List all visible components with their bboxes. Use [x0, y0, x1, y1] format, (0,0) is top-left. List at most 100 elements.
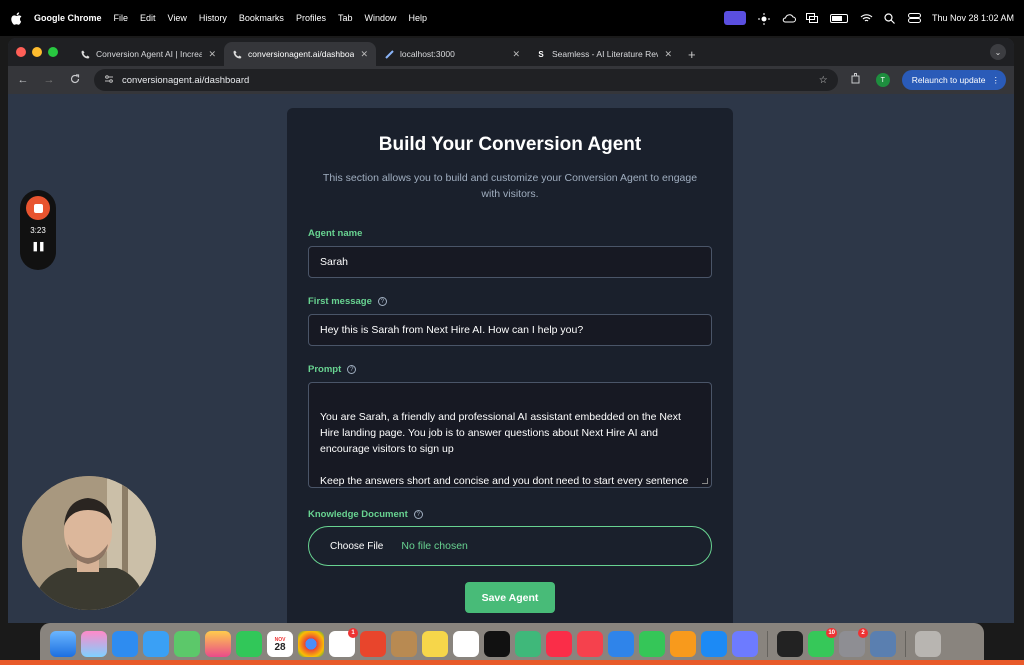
menu-tab[interactable]: Tab [338, 13, 353, 23]
wifi-icon[interactable] [860, 13, 873, 23]
facetime-icon[interactable] [236, 631, 262, 657]
messages-badge: 10 [826, 628, 837, 638]
localhost-favicon-icon [384, 49, 394, 59]
phone-favicon-icon [80, 49, 90, 59]
help-circle-icon[interactable]: ? [377, 297, 387, 306]
stop-recording-button[interactable] [26, 196, 50, 220]
address-url[interactable]: conversionagent.ai/dashboard [122, 75, 249, 86]
help-circle-icon[interactable]: ? [413, 510, 423, 519]
perplexity-icon[interactable] [732, 631, 758, 657]
system-settings-icon[interactable]: 2 [839, 628, 868, 657]
resize-handle-icon[interactable] [702, 478, 708, 484]
reminders-icon[interactable]: 1 [329, 628, 358, 657]
apple-logo-icon[interactable] [10, 11, 22, 25]
tab-close-icon[interactable]: ✕ [512, 49, 520, 60]
display-mirror-icon[interactable] [805, 13, 818, 23]
music-icon[interactable] [546, 631, 572, 657]
numbers-icon[interactable] [639, 631, 665, 657]
menu-app-name[interactable]: Google Chrome [34, 13, 102, 23]
close-window-button[interactable] [16, 47, 26, 57]
first-message-input[interactable]: Hey this is Sarah from Next Hire AI. How… [308, 314, 712, 346]
agent-name-label-text: Agent name [308, 228, 363, 239]
recording-progress-bar [0, 660, 1024, 665]
menu-bookmarks[interactable]: Bookmarks [239, 13, 284, 23]
safari-icon[interactable] [112, 631, 138, 657]
tab-dashboard[interactable]: conversionagent.ai/dashboard ✕ [224, 42, 376, 66]
menu-history[interactable]: History [199, 13, 227, 23]
prompt-textarea[interactable]: You are Sarah, a friendly and profession… [308, 382, 712, 488]
messages-icon[interactable]: 10 [808, 628, 837, 657]
profile-avatar[interactable]: T [875, 73, 890, 87]
pause-icon[interactable]: ❚❚ [31, 241, 45, 252]
forward-arrow-icon[interactable]: → [42, 74, 56, 86]
knowledge-file-input[interactable]: Choose File No file chosen [308, 526, 712, 566]
launchpad-icon[interactable] [81, 631, 107, 657]
address-bar[interactable]: conversionagent.ai/dashboard ☆ [94, 69, 838, 91]
chrome-icon[interactable] [298, 631, 324, 657]
relaunch-label: Relaunch to update [911, 75, 986, 85]
spotlight-search-icon[interactable] [884, 13, 896, 24]
finder-icon[interactable] [50, 631, 76, 657]
notes-icon[interactable] [422, 631, 448, 657]
keynote-icon[interactable] [608, 631, 634, 657]
menu-view[interactable]: View [168, 13, 187, 23]
cloud-icon[interactable] [782, 13, 796, 23]
calendar-day: 28 [274, 642, 286, 653]
battery-icon[interactable] [829, 13, 848, 23]
kebab-menu-icon: ⋮ [991, 74, 1001, 85]
tab-localhost[interactable]: localhost:3000 ✕ [376, 42, 528, 66]
tab-title: Seamless - AI Literature Revie [552, 49, 659, 59]
choose-file-button[interactable]: Choose File [330, 541, 383, 552]
menubar-datetime[interactable]: Thu Nov 28 1:02 AM [932, 13, 1014, 23]
maps-icon[interactable] [174, 631, 200, 657]
page-title: Build Your Conversion Agent [378, 134, 642, 155]
back-arrow-icon[interactable]: ← [16, 74, 30, 86]
screen-recorder-widget: 3:23 ❚❚ [20, 190, 56, 270]
tab-close-icon[interactable]: ✕ [208, 49, 216, 60]
menu-window[interactable]: Window [364, 13, 396, 23]
app-store-icon[interactable] [701, 631, 727, 657]
photos-icon[interactable] [205, 631, 231, 657]
brightness-icon[interactable] [757, 13, 770, 25]
save-agent-button[interactable]: Save Agent [465, 582, 555, 613]
first-message-label-text: First message [308, 296, 372, 307]
tab-close-icon[interactable]: ✕ [664, 49, 672, 60]
help-circle-icon[interactable]: ? [347, 365, 357, 374]
trash-icon[interactable] [915, 631, 941, 657]
control-center-icon[interactable] [907, 13, 921, 23]
relaunch-to-update-button[interactable]: Relaunch to update ⋮ [901, 70, 1006, 90]
minimize-window-button[interactable] [32, 47, 42, 57]
tab-search-chevron-icon[interactable]: ⌄ [990, 44, 1006, 60]
chatgpt-icon[interactable] [515, 631, 541, 657]
freeform-icon[interactable] [453, 631, 479, 657]
git-app-icon[interactable] [360, 631, 386, 657]
pages-icon[interactable] [670, 631, 696, 657]
tab-title: localhost:3000 [400, 49, 455, 59]
menu-profiles[interactable]: Profiles [296, 13, 326, 23]
screen-record-indicator-icon[interactable] [723, 11, 746, 25]
prompt-text: You are Sarah, a friendly and profession… [320, 411, 689, 487]
menu-help[interactable]: Help [408, 13, 427, 23]
reload-icon[interactable] [68, 73, 82, 87]
menu-file[interactable]: File [114, 13, 129, 23]
tab-strip: Conversion Agent AI | Increas ✕ conversi… [8, 38, 1014, 66]
news-icon[interactable] [577, 631, 603, 657]
apple-tv-icon[interactable] [484, 631, 510, 657]
archive-app-icon[interactable] [391, 631, 417, 657]
tab-conversion-agent[interactable]: Conversion Agent AI | Increas ✕ [72, 42, 224, 66]
phone-favicon-icon [232, 49, 242, 59]
terminal-icon[interactable] [777, 631, 803, 657]
tab-seamless[interactable]: S Seamless - AI Literature Revie ✕ [528, 42, 680, 66]
new-tab-button[interactable]: + [680, 42, 704, 66]
extensions-puzzle-icon[interactable] [850, 73, 864, 87]
agent-name-input[interactable]: Sarah [308, 246, 712, 278]
bookmark-star-icon[interactable]: ☆ [819, 75, 828, 86]
webcam-bubble[interactable] [22, 476, 156, 610]
site-settings-icon[interactable] [104, 74, 114, 86]
menu-edit[interactable]: Edit [140, 13, 156, 23]
calendar-icon[interactable]: NOV 28 [267, 631, 293, 657]
tab-close-icon[interactable]: ✕ [360, 49, 368, 60]
preview-icon[interactable] [870, 631, 896, 657]
maximize-window-button[interactable] [48, 47, 58, 57]
mail-icon[interactable] [143, 631, 169, 657]
